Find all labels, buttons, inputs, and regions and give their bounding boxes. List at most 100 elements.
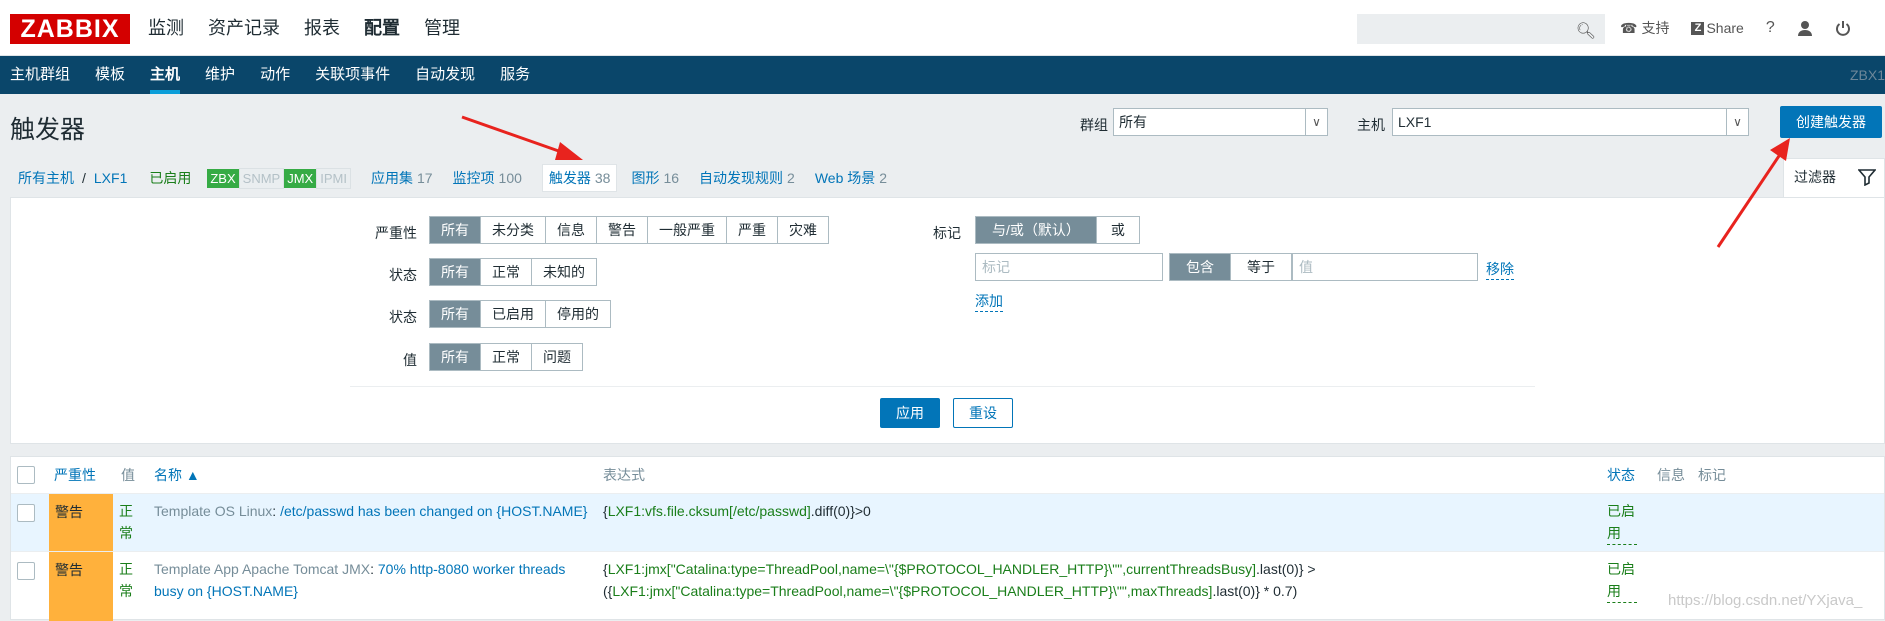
subnav-actions[interactable]: 动作 bbox=[260, 56, 290, 94]
menu-inventory[interactable]: 资产记录 bbox=[208, 0, 280, 56]
server-name: ZBX1 bbox=[1849, 67, 1885, 83]
tab-applications[interactable]: 应用集 17 bbox=[371, 168, 433, 188]
reset-button[interactable]: 重设 bbox=[953, 398, 1013, 428]
status-option-enabled[interactable]: 已启用 bbox=[481, 301, 546, 327]
host-status-enabled[interactable]: 已启用 bbox=[149, 168, 191, 188]
remove-tag-link[interactable]: 移除 bbox=[1486, 259, 1514, 280]
subnav-hosts[interactable]: 主机 bbox=[150, 56, 181, 94]
severity-option-disaster[interactable]: 灾难 bbox=[778, 217, 828, 243]
subnav-templates[interactable]: 模板 bbox=[95, 56, 125, 94]
item-key-link[interactable]: LXF1:jmx["Catalina:type=ThreadPool,name=… bbox=[608, 561, 1256, 577]
value-selector: 所有 正常 问题 bbox=[429, 343, 583, 371]
subnav-services[interactable]: 服务 bbox=[500, 56, 530, 94]
severity-option-information[interactable]: 信息 bbox=[546, 217, 597, 243]
template-link[interactable]: Template OS Linux bbox=[154, 503, 272, 519]
menu-configuration[interactable]: 配置 bbox=[364, 0, 400, 56]
state-option-all[interactable]: 所有 bbox=[430, 259, 481, 285]
tab-discovery-rules-label: 自动发现规则 bbox=[699, 170, 784, 186]
tab-discovery-rules-count: 2 bbox=[787, 170, 795, 186]
page-title: 触发器 bbox=[10, 116, 86, 144]
share-link[interactable]: Z Share bbox=[1691, 20, 1744, 36]
row-checkbox[interactable] bbox=[17, 562, 35, 580]
subnav-host-groups[interactable]: 主机群组 bbox=[10, 56, 70, 94]
template-link[interactable]: Template App Apache Tomcat JMX bbox=[154, 561, 370, 577]
value-option-ok[interactable]: 正常 bbox=[481, 344, 532, 370]
tag-operator-contains[interactable]: 包含 bbox=[1170, 254, 1231, 280]
tab-graphs[interactable]: 图形 16 bbox=[631, 168, 679, 188]
menu-administration[interactable]: 管理 bbox=[424, 0, 460, 56]
host-select-value: LXF1 bbox=[1398, 114, 1432, 130]
expr-part: .last(0)} > bbox=[1256, 561, 1316, 577]
name-cell: Template OS Linux: /etc/passwd has been … bbox=[154, 500, 594, 522]
subnav-maintenance[interactable]: 维护 bbox=[205, 56, 235, 94]
state-option-unknown[interactable]: 未知的 bbox=[532, 259, 596, 285]
expr-part: ({ bbox=[603, 583, 613, 599]
severity-option-warning[interactable]: 警告 bbox=[597, 217, 648, 243]
support-link[interactable]: ☎ 支持 bbox=[1620, 18, 1669, 38]
user-menu: ☎ 支持 Z Share ? bbox=[1620, 0, 1873, 56]
tab-discovery-rules[interactable]: 自动发现规则 2 bbox=[699, 168, 795, 188]
filter-icon bbox=[1858, 169, 1876, 186]
col-name[interactable]: 名称 ▲ bbox=[154, 457, 200, 493]
group-select[interactable]: 所有 ∨ bbox=[1113, 108, 1328, 136]
col-severity[interactable]: 严重性 bbox=[54, 457, 96, 493]
subnav-correlation[interactable]: 关联项事件 bbox=[315, 56, 390, 94]
status-toggle[interactable]: 已启用 bbox=[1607, 558, 1637, 603]
top-bar: ZABBIX 监测 资产记录 报表 配置 管理 🔍︎ ☎ 支持 Z Share … bbox=[0, 0, 1885, 56]
menu-reports[interactable]: 报表 bbox=[304, 0, 340, 56]
severity-option-average[interactable]: 一般严重 bbox=[648, 217, 727, 243]
filter-tab[interactable]: 过滤器 bbox=[1783, 158, 1885, 197]
status-option-disabled[interactable]: 停用的 bbox=[546, 301, 610, 327]
help-button[interactable]: ? bbox=[1766, 19, 1775, 37]
subnav-discovery[interactable]: 自动发现 bbox=[415, 56, 475, 94]
user-icon bbox=[1797, 21, 1812, 36]
severity-option-not-classified[interactable]: 未分类 bbox=[481, 217, 546, 243]
tag-mode-and-or[interactable]: 与/或（默认） bbox=[976, 217, 1097, 243]
crumb-host[interactable]: LXF1 bbox=[94, 170, 127, 186]
value-option-problem[interactable]: 问题 bbox=[532, 344, 582, 370]
row-checkbox[interactable] bbox=[17, 504, 35, 522]
severity-option-all[interactable]: 所有 bbox=[430, 217, 481, 243]
severity-option-high[interactable]: 严重 bbox=[727, 217, 778, 243]
tab-web-scenarios-count: 2 bbox=[879, 170, 888, 186]
apply-button[interactable]: 应用 bbox=[880, 398, 940, 428]
logout-button[interactable] bbox=[1835, 20, 1851, 36]
state-option-normal[interactable]: 正常 bbox=[481, 259, 532, 285]
tab-applications-count: 17 bbox=[416, 170, 433, 186]
tab-graphs-label: 图形 bbox=[631, 170, 660, 186]
select-all-checkbox[interactable] bbox=[17, 466, 35, 484]
tab-web-scenarios[interactable]: Web 场景 2 bbox=[815, 168, 887, 188]
global-search-input[interactable]: 🔍︎ bbox=[1357, 14, 1605, 44]
item-key-link[interactable]: LXF1:jmx["Catalina:type=ThreadPool,name=… bbox=[612, 583, 1212, 599]
trigger-name-link[interactable]: /etc/passwd has been changed on {HOST.NA… bbox=[280, 503, 587, 519]
status-option-all[interactable]: 所有 bbox=[430, 301, 481, 327]
sub-navigation: 主机群组 模板 主机 维护 动作 关联项事件 自动发现 服务 ZBX1 bbox=[0, 56, 1885, 94]
menu-monitoring[interactable]: 监测 bbox=[148, 0, 184, 56]
tab-items[interactable]: 监控项 100 bbox=[453, 168, 522, 188]
expression-cell: {LXF1:jmx["Catalina:type=ThreadPool,name… bbox=[603, 558, 1603, 602]
zabbix-logo[interactable]: ZABBIX bbox=[10, 14, 130, 44]
add-tag-link[interactable]: 添加 bbox=[975, 291, 1003, 312]
value-option-all[interactable]: 所有 bbox=[430, 344, 481, 370]
crumb-separator: / bbox=[82, 170, 86, 186]
tag-mode-selector: 与/或（默认） 或 bbox=[975, 216, 1140, 244]
expression-line: ({LXF1:jmx["Catalina:type=ThreadPool,nam… bbox=[603, 580, 1603, 602]
tab-triggers[interactable]: 触发器 38 bbox=[541, 164, 618, 192]
status-toggle[interactable]: 已启用 bbox=[1607, 500, 1637, 545]
tag-name-input[interactable]: 标记 bbox=[975, 253, 1163, 281]
tag-mode-or[interactable]: 或 bbox=[1097, 217, 1139, 243]
col-status[interactable]: 状态 bbox=[1607, 457, 1635, 493]
tab-web-scenarios-label: Web 场景 bbox=[814, 170, 876, 186]
search-icon[interactable]: 🔍︎ bbox=[1576, 21, 1596, 41]
value-label: 值 bbox=[403, 352, 417, 368]
item-key-link[interactable]: LXF1:vfs.file.cksum[/etc/passwd] bbox=[608, 503, 811, 519]
tag-value-input[interactable]: 值 bbox=[1292, 253, 1478, 281]
host-select[interactable]: LXF1 ∨ bbox=[1392, 108, 1749, 136]
tab-applications-label: 应用集 bbox=[370, 170, 413, 186]
profile-button[interactable] bbox=[1797, 20, 1813, 36]
create-trigger-button[interactable]: 创建触发器 bbox=[1780, 106, 1882, 138]
col-expression: 表达式 bbox=[603, 467, 645, 483]
crumb-all-hosts[interactable]: 所有主机 bbox=[18, 168, 74, 188]
availability-snmp-badge: SNMP bbox=[238, 167, 285, 189]
tag-operator-equals[interactable]: 等于 bbox=[1231, 254, 1291, 280]
